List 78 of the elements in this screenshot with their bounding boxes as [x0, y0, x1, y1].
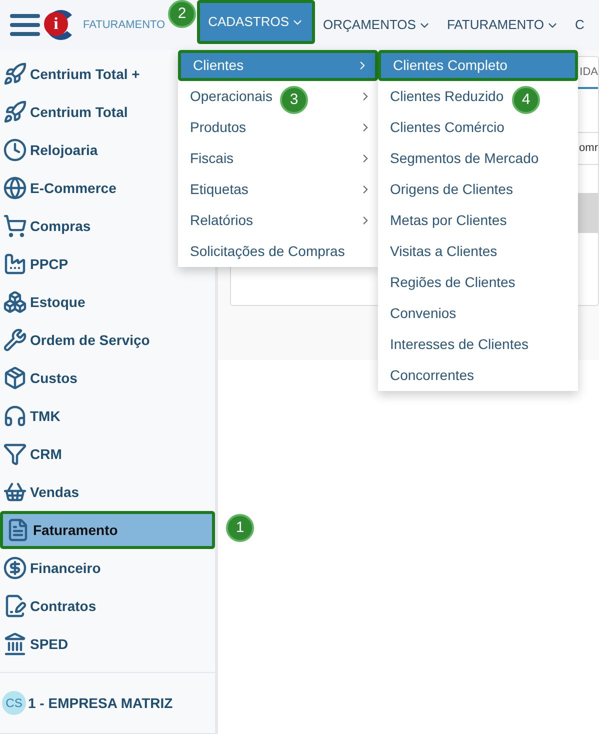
headset-icon [3, 404, 27, 428]
menu-icon[interactable] [10, 12, 40, 38]
cart-icon [3, 214, 27, 238]
submenu-item[interactable]: Visitas a Clientes [390, 241, 498, 262]
boxes-icon [3, 290, 27, 314]
nav-menu[interactable]: C [566, 0, 592, 50]
sidebar-item[interactable]: Vendas [0, 473, 82, 511]
sidebar-label: Contratos [30, 596, 96, 616]
sidebar-label: Relojoaria [30, 140, 98, 160]
field-text: omr [579, 141, 598, 156]
menu-item[interactable]: Clientes [178, 50, 378, 81]
wrench-icon [3, 328, 27, 352]
sidebar-item[interactable]: Faturamento [0, 511, 215, 549]
submenu-item[interactable]: Clientes Completo [378, 50, 578, 81]
module-title: FATURAMENTO [83, 18, 166, 33]
sidebar-label: CRM [30, 444, 62, 464]
sidebar-label: Vendas [30, 482, 80, 502]
submenu-item[interactable]: Concorrentes [390, 365, 474, 386]
sidebar-item[interactable]: Relojoaria [0, 131, 101, 169]
nav-menu[interactable]: FATURAMENTO [438, 0, 567, 50]
menu-item[interactable]: Fiscais [190, 148, 234, 169]
sidebar-item[interactable]: Contratos [0, 587, 100, 625]
company-name: 1 - EMPRESA MATRIZ [28, 694, 173, 712]
box-icon [3, 366, 27, 390]
funnel-icon [3, 442, 27, 466]
menu-item[interactable]: Etiquetas [190, 179, 248, 200]
sidebar-label: Financeiro [30, 558, 101, 578]
sidebar-item[interactable]: Compras [0, 207, 94, 245]
sidebar-label: Faturamento [33, 520, 118, 540]
sidebar-item[interactable]: TMK [0, 397, 64, 435]
dollar-icon [3, 556, 27, 580]
submenu-item[interactable]: Clientes Reduzido [390, 86, 504, 107]
menu-item[interactable]: Operacionais [190, 86, 272, 107]
sidebar-item[interactable]: Centrium Total [0, 93, 131, 131]
submenu-item[interactable]: Regiões de Clientes [390, 272, 516, 293]
document-icon [3, 594, 27, 618]
sidebar-item[interactable]: SPED [0, 625, 72, 663]
submenu-item[interactable]: Metas por Clientes [390, 210, 507, 231]
basket-icon [3, 480, 27, 504]
rocket-icon [3, 62, 27, 86]
sidebar-label: E-Commerce [30, 178, 116, 198]
sidebar-item[interactable]: CRM [0, 435, 65, 473]
tab-label: IDA [580, 64, 598, 80]
sidebar-label: Estoque [30, 292, 86, 312]
sidebar-item[interactable]: Centrium Total + [0, 55, 143, 93]
company-avatar: CS [2, 691, 26, 715]
clock-icon [3, 138, 27, 162]
sidebar-item[interactable]: Financeiro [0, 549, 104, 587]
nav-menu[interactable]: CADASTROS [197, 0, 316, 44]
factory-icon [3, 252, 27, 276]
menu-item[interactable]: Solicitações de Compras [190, 241, 345, 262]
document-icon [6, 518, 30, 542]
sidebar-label: TMK [30, 406, 60, 426]
sidebar-item[interactable]: E-Commerce [0, 169, 120, 207]
sidebar-label: PPCP [30, 254, 68, 274]
sidebar-label: Ordem de Serviço [30, 330, 150, 350]
sidebar-label: Centrium Total [30, 102, 128, 122]
rocket-icon [3, 100, 27, 124]
submenu-item[interactable]: Convenios [390, 303, 456, 324]
submenu-item[interactable]: Origens de Clientes [390, 179, 513, 200]
sidebar-item[interactable]: Ordem de Serviço [0, 321, 153, 359]
submenu-item[interactable]: Clientes Comércio [390, 117, 504, 138]
nav-menu[interactable]: ORÇAMENTOS [315, 0, 439, 50]
sidebar-label: SPED [30, 634, 68, 654]
sidebar-label: Compras [30, 216, 91, 236]
menu-item[interactable]: Relatórios [190, 210, 254, 231]
globe-icon [3, 176, 27, 200]
step-marker: 1 [226, 514, 254, 542]
submenu-item[interactable]: Interesses de Clientes [390, 334, 529, 355]
sidebar-label: Centrium Total + [30, 64, 140, 84]
sidebar-label: Custos [30, 368, 78, 388]
submenu-item[interactable]: Segmentos de Mercado [390, 148, 539, 169]
logo-badge: i [44, 12, 68, 36]
bank-icon [3, 632, 27, 656]
sidebar-item[interactable]: PPCP [0, 245, 72, 283]
sidebar-item[interactable]: Estoque [0, 283, 88, 321]
sidebar-item[interactable]: Custos [0, 359, 80, 397]
menu-item[interactable]: Produtos [190, 117, 246, 138]
